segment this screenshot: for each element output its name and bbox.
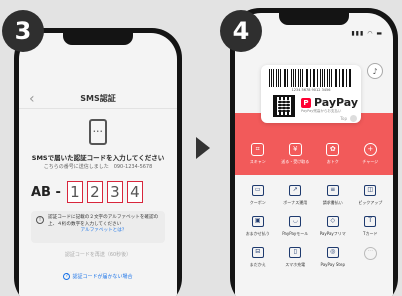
step-badge-4: 4 [220, 10, 262, 52]
alphabet-help-link[interactable]: アルファベットとは？ [48, 228, 159, 235]
step-badge-3: 3 [2, 10, 44, 52]
paypay-logo: P PayPay [301, 96, 358, 109]
step-icon: ◎ [326, 247, 339, 258]
services-grid: ▭ クーポン ↗ ボーナス運用 ≡ 請求書払い ◫ ピックアップ ▣ おまかせ払う ◡ Pa… [239, 185, 389, 268]
phone-notch [63, 33, 133, 45]
resend-code-button[interactable]: 認証コードを再送（60秒後） [19, 251, 177, 258]
code-not-received-link[interactable]: ? 認証コードが届かない場合 [19, 273, 177, 280]
code-digit-input[interactable]: 2 [86, 181, 103, 203]
paypay-logo-icon: P [301, 97, 311, 108]
qr-code [273, 95, 295, 117]
payment-code-card[interactable]: 1234 5678 9012 3456 P PayPay PayPay残高からお… [261, 65, 361, 123]
tag-icon: ◇ [326, 216, 339, 227]
service-coupon[interactable]: ▭ クーポン [239, 185, 277, 206]
chart-icon: ↗ [289, 185, 302, 196]
quick-actions: ⌗ スキャン ¥ 送る・受け取る ✿ おトク + チャージ [239, 143, 389, 165]
service-t-card[interactable]: T Tカード [352, 216, 390, 237]
cart-icon: ◡ [289, 216, 302, 227]
t-card-icon: T [364, 216, 377, 227]
coupon-icon: ▭ [251, 185, 264, 196]
plus-icon: + [363, 143, 377, 156]
phone-sms-verification: ‹ SMS認証 ••• SMSで届いた認証コードを入力してください こちらの番号… [14, 28, 182, 296]
service-more[interactable]: ··· [352, 247, 390, 268]
sms-heading: SMSで届いた認証コードを入力してください [31, 154, 165, 162]
service-paypay-flea[interactable]: ◇ PayPayフリマ [314, 216, 352, 237]
verification-code-row: AB - 1 2 3 4 [31, 181, 147, 203]
action-scan[interactable]: ⌗ スキャン [241, 143, 275, 165]
toggle-label: Top [340, 116, 347, 121]
code-digit-input[interactable]: 1 [66, 181, 83, 203]
phone-notch [279, 13, 349, 25]
send-receive-icon: ¥ [288, 143, 302, 156]
sms-notice-text: 認証コードに記載の２文字のアルファベットを確認の上、４桁の数字を入力してください [48, 215, 159, 227]
wallet-icon: ⊟ [251, 247, 264, 258]
barcode-number: 1234 5678 9012 3456 [291, 88, 331, 92]
service-bonus-investment[interactable]: ↗ ボーナス運用 [277, 185, 315, 206]
action-deals[interactable]: ✿ おトク [316, 143, 350, 165]
service-phone-charge[interactable]: ▯ スマホ充電 [277, 247, 315, 268]
sms-notice-box: ! 認証コードに記載の２文字のアルファベットを確認の上、４桁の数字を入力してくだ… [31, 211, 165, 243]
toggle-switch[interactable] [350, 115, 357, 122]
pickup-icon: ◫ [364, 185, 377, 196]
code-digit-input[interactable]: 4 [126, 181, 143, 203]
more-icon: ··· [363, 247, 377, 260]
service-paypay-step[interactable]: ◎ PayPay Step [314, 247, 352, 268]
paypay-logo-text: PayPay [314, 96, 359, 109]
auto-pay-icon: ▣ [251, 216, 264, 227]
service-pickup[interactable]: ◫ ピックアップ [352, 185, 390, 206]
payment-source-text: PayPay残高からお支払い [301, 109, 342, 113]
sms-screen: ‹ SMS認証 ••• SMSで届いた認証コードを入力してください こちらの番号… [19, 33, 177, 296]
barcode [269, 69, 353, 87]
bell-icon[interactable]: ♪ [367, 63, 383, 79]
info-icon: ! [36, 216, 44, 224]
phone-icon: ▯ [289, 247, 302, 258]
bill-icon: ≡ [326, 185, 339, 196]
page-title: SMS認証 [80, 94, 116, 103]
signal-wifi-battery-icon: ▮▮▮ ◠ ▬ [351, 29, 383, 37]
service-auto-pay[interactable]: ▣ おまかせ払う [239, 216, 277, 237]
code-digit-input[interactable]: 3 [106, 181, 123, 203]
question-icon: ? [63, 273, 71, 280]
gift-icon: ✿ [326, 143, 340, 156]
service-bill-payment[interactable]: ≡ 請求書払い [314, 185, 352, 206]
scan-icon: ⌗ [251, 143, 265, 156]
sms-header: ‹ SMS認証 [19, 89, 177, 109]
code-prefix: AB - [31, 184, 61, 200]
phone-paypay-home: 41 ▮▮▮ ◠ ▬ ♪ 1234 5678 9012 3456 P PayPa… [230, 8, 398, 296]
action-send-receive[interactable]: ¥ 送る・受け取る [278, 143, 312, 165]
action-charge[interactable]: + チャージ [353, 143, 387, 165]
phone-device-icon: ••• [89, 119, 107, 145]
paypay-screen: 41 ▮▮▮ ◠ ▬ ♪ 1234 5678 9012 3456 P PayPa… [235, 13, 393, 296]
service-paypay-mall[interactable]: ◡ PayPayモール [277, 216, 315, 237]
chevron-left-icon[interactable]: ‹ [29, 91, 35, 107]
sms-phone-number-text: こちらの番号に送信しました 090-1234-5678 [43, 164, 153, 170]
service-matome[interactable]: ⊟ まだかえ [239, 247, 277, 268]
next-step-arrow-icon [196, 137, 210, 159]
